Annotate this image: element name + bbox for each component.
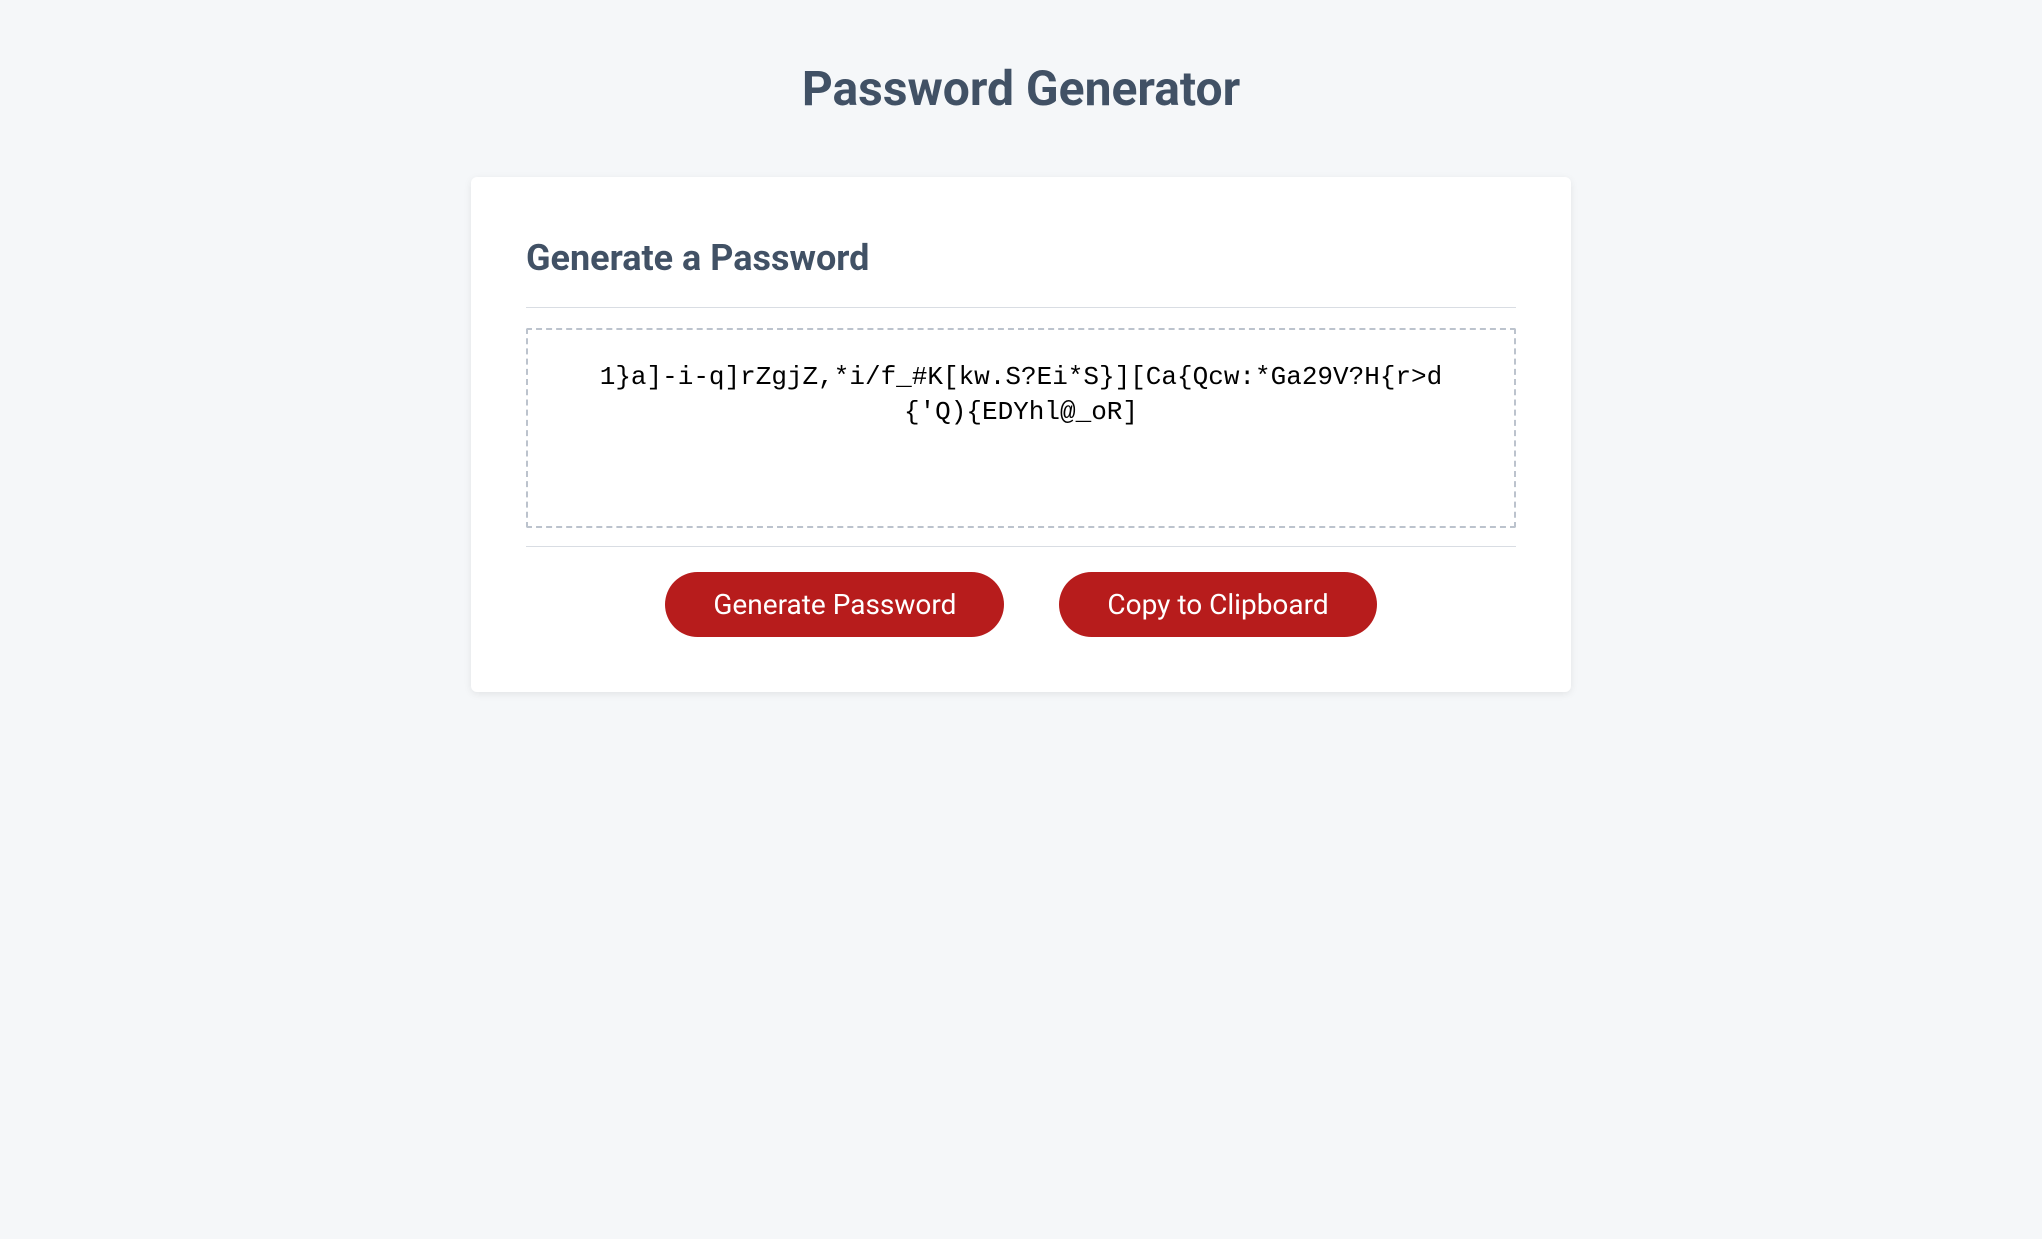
copy-to-clipboard-button[interactable]: Copy to Clipboard [1059,572,1376,637]
password-output-box: 1}a]-i-q]rZgjZ,*i/f_#K[kw.S?Ei*S}][Ca{Qc… [526,328,1516,528]
generate-password-button[interactable]: Generate Password [665,572,1004,637]
button-row: Generate Password Copy to Clipboard [526,547,1516,637]
card-heading: Generate a Password [526,237,1516,308]
generator-card: Generate a Password 1}a]-i-q]rZgjZ,*i/f_… [471,177,1571,692]
password-output-text: 1}a]-i-q]rZgjZ,*i/f_#K[kw.S?Ei*S}][Ca{Qc… [578,360,1464,430]
page-title: Password Generator [0,0,2042,177]
